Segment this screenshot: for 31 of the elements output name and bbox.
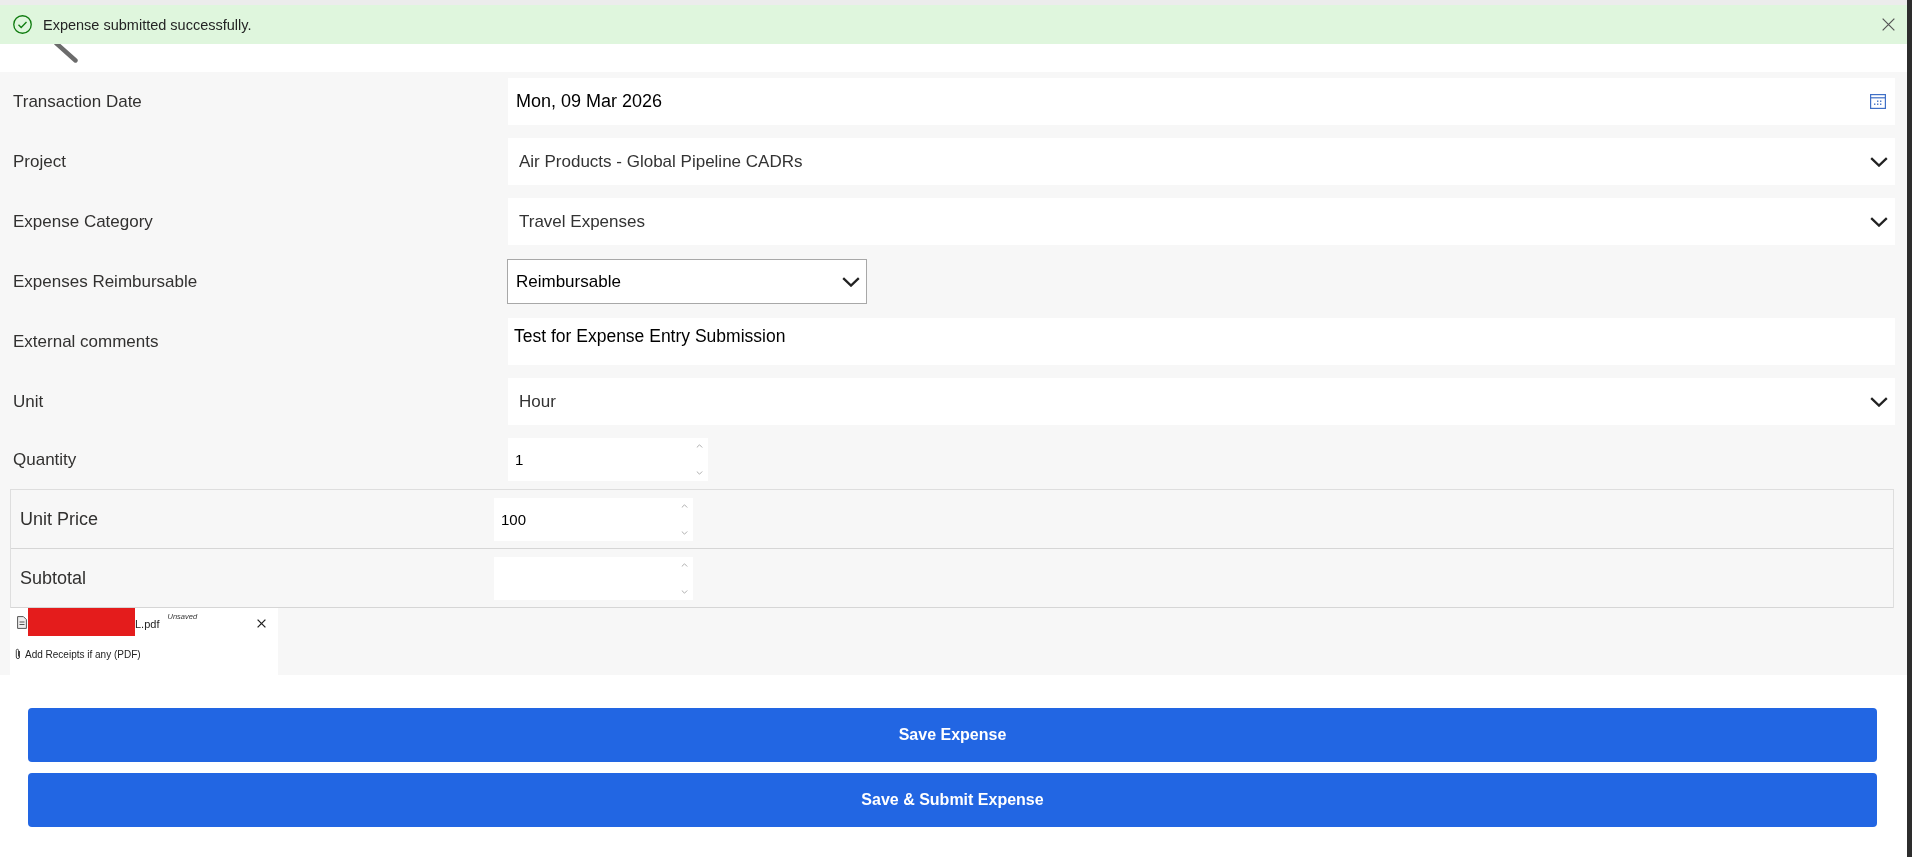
file-name: L.pdf <box>135 618 160 630</box>
field-label: Unit <box>13 391 44 412</box>
chevron-down-icon[interactable] <box>842 276 860 287</box>
primary-button[interactable]: Save & Submit Expense <box>28 773 1877 827</box>
close-icon[interactable] <box>257 619 266 628</box>
field-label: Quantity <box>13 449 77 470</box>
dropdown[interactable]: Air Products - Global Pipeline CADRs <box>508 138 1895 185</box>
check-circle-icon <box>13 15 32 34</box>
chevron-down-icon[interactable] <box>1870 216 1888 227</box>
field-label: Expenses Reimbursable <box>13 271 198 292</box>
chevron-down-icon[interactable] <box>1870 396 1888 407</box>
field-label: Unit Price <box>20 508 99 530</box>
chevron-down-icon[interactable] <box>1870 156 1888 167</box>
banner-message: Expense submitted successfully. <box>43 16 252 33</box>
dropdown[interactable]: Hour <box>508 378 1895 425</box>
add-receipts-link[interactable]: Add Receipts if any (PDF) <box>15 648 141 660</box>
dropdown[interactable]: Reimbursable <box>507 259 867 304</box>
field-label: External comments <box>13 331 159 352</box>
slash-icon <box>54 44 78 63</box>
close-icon[interactable] <box>1882 18 1895 31</box>
text-field[interactable]: Test for Expense Entry Submission <box>508 318 1895 365</box>
dropdown[interactable]: Travel Expenses <box>508 198 1895 245</box>
field-label: Subtotal <box>20 567 87 589</box>
date-field[interactable]: Mon, 09 Mar 2026 <box>508 78 1895 125</box>
document-icon <box>17 616 27 629</box>
field-label: Expense Category <box>13 211 153 232</box>
calendar-icon[interactable] <box>1870 94 1886 109</box>
field-label: Transaction Date <box>13 91 142 112</box>
field-label: Project <box>13 151 66 172</box>
primary-button[interactable]: Save Expense <box>28 708 1877 762</box>
paperclip-icon <box>15 648 21 660</box>
